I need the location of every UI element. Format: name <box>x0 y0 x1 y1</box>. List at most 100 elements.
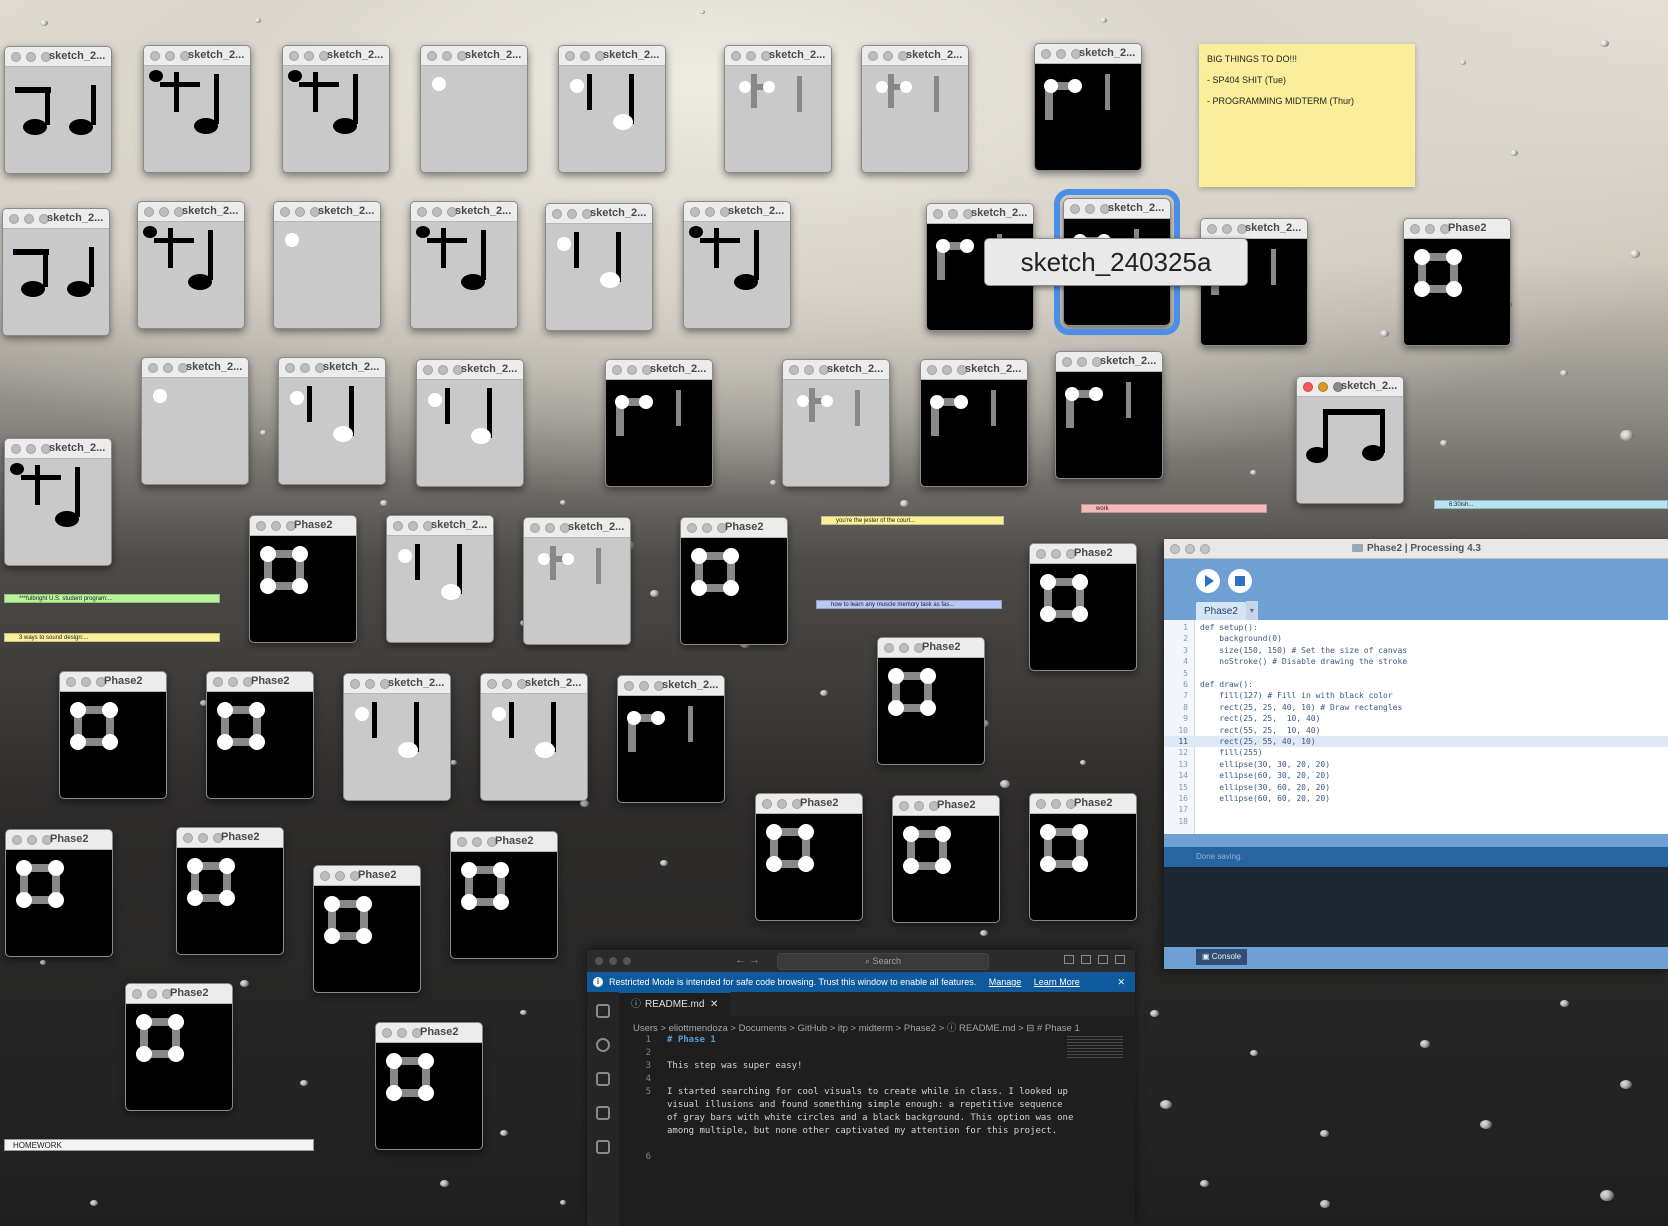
phase2-sketch-window[interactable]: Phase2 <box>1403 218 1511 346</box>
window-titlebar[interactable]: sketch_2... <box>5 439 111 459</box>
window-controls[interactable] <box>690 207 730 217</box>
window-controls[interactable] <box>280 207 320 217</box>
window-controls[interactable] <box>552 209 592 219</box>
editor-line[interactable]: 5 I started searching for cool visuals to… <box>619 1086 1135 1099</box>
window-controls[interactable] <box>487 679 527 689</box>
console-area[interactable] <box>1164 867 1668 949</box>
window-controls[interactable] <box>382 1028 422 1038</box>
window-controls[interactable] <box>350 679 390 689</box>
sketch-window[interactable]: sketch_2... <box>782 359 890 487</box>
tab-readme[interactable]: ⓘ README.md ✕ <box>619 992 731 1017</box>
sketch-window[interactable]: sketch_2... <box>416 359 524 487</box>
sketch-window[interactable]: sketch_2... <box>143 45 251 173</box>
sticky-tag-homework[interactable]: HOMEWORK <box>4 1139 314 1151</box>
ide-titlebar[interactable]: Phase2 | Processing 4.3 <box>1164 539 1668 559</box>
sketch-window[interactable]: sketch_2... <box>617 675 725 803</box>
phase2-sketch-window[interactable]: Phase2 <box>755 793 863 921</box>
editor-line[interactable]: 2 <box>619 1047 1135 1060</box>
code-line[interactable]: 5 <box>1164 668 1668 679</box>
code-line[interactable]: 7 fill(127) # Fill in with black color <box>1164 690 1668 701</box>
manage-link[interactable]: Manage <box>989 977 1022 987</box>
code-editor[interactable]: 1 def setup(): 2 background(0) 3 size(150, … <box>1164 620 1668 834</box>
run-debug-icon[interactable] <box>596 1106 610 1120</box>
window-titlebar[interactable]: Phase2 <box>314 866 420 886</box>
layout-icon[interactable] <box>1081 955 1091 964</box>
window-controls[interactable] <box>393 521 433 531</box>
window-titlebar[interactable]: Phase2 <box>126 984 232 1004</box>
window-titlebar[interactable]: Phase2 <box>60 672 166 692</box>
window-titlebar[interactable]: sketch_2... <box>387 516 493 536</box>
sketch-window[interactable]: sketch_2... <box>2 208 110 336</box>
window-titlebar[interactable]: sketch_2... <box>344 674 450 694</box>
command-search[interactable]: ⌕ Search <box>777 953 989 970</box>
editor-line[interactable]: 4 <box>619 1073 1135 1086</box>
window-controls[interactable] <box>789 365 829 375</box>
search-icon[interactable] <box>596 1038 610 1052</box>
phase2-sketch-window[interactable]: Phase2 <box>313 865 421 993</box>
layout-icon[interactable] <box>1098 955 1108 964</box>
window-controls[interactable] <box>423 365 463 375</box>
window-controls[interactable] <box>144 207 184 217</box>
window-controls[interactable] <box>66 677 106 687</box>
window-titlebar[interactable]: sketch_2... <box>927 204 1033 224</box>
phase2-sketch-window[interactable]: Phase2 <box>5 829 113 957</box>
processing-ide-window[interactable]: Phase2 | Processing 4.3 Phase2 ▾ 1 def set… <box>1164 539 1668 969</box>
code-line[interactable]: 8 rect(25, 25, 40, 10) # Draw rectangles <box>1164 702 1668 713</box>
window-controls[interactable] <box>320 871 360 881</box>
window-titlebar[interactable]: Phase2 <box>250 516 356 536</box>
code-line[interactable]: 6 def draw(): <box>1164 679 1668 690</box>
window-controls[interactable] <box>1036 799 1076 809</box>
window-controls[interactable] <box>256 521 296 531</box>
window-titlebar[interactable]: Phase2 <box>207 672 313 692</box>
code-line[interactable]: 9 rect(25, 25, 10, 40) <box>1164 713 1668 724</box>
window-titlebar[interactable]: sketch_2... <box>142 358 248 378</box>
window-titlebar[interactable]: sketch_2... <box>279 358 385 378</box>
phase2-sketch-window[interactable]: Phase2 <box>877 637 985 765</box>
code-line[interactable]: 15 ellipse(30, 60, 20, 20) <box>1164 782 1668 793</box>
window-controls[interactable] <box>1070 204 1110 214</box>
sketch-window[interactable]: sketch_2... <box>420 45 528 173</box>
sketch-window[interactable]: sketch_2... <box>724 45 832 173</box>
sticky-tag-sound[interactable]: 3 ways to sound design:... <box>4 633 220 642</box>
sticky-tag-muscle[interactable]: how to learn any muscle memory task as f… <box>816 600 1002 609</box>
window-controls[interactable] <box>1036 549 1076 559</box>
sketch-window[interactable]: sketch_2... <box>1055 351 1163 479</box>
sticky-note[interactable]: BIG THINGS TO DO!!! - SP404 SHIT (Tue) -… <box>1199 44 1415 187</box>
stop-button[interactable] <box>1228 569 1252 593</box>
close-icon[interactable]: ✕ <box>710 999 718 1010</box>
window-titlebar[interactable]: sketch_2... <box>1064 199 1170 219</box>
window-titlebar[interactable]: sketch_2... <box>5 47 111 67</box>
sketch-window[interactable]: sketch_2... <box>282 45 390 173</box>
sketch-window[interactable]: sketch_2... <box>480 673 588 801</box>
window-titlebar[interactable]: sketch_2... <box>138 202 244 222</box>
code-line[interactable]: 13 ellipse(30, 30, 20, 20) <box>1164 759 1668 770</box>
sticky-tag-work[interactable]: work <box>1081 504 1267 513</box>
editor-line[interactable]: of gray bars with white circles and a bl… <box>619 1112 1135 1125</box>
window-controls[interactable] <box>1303 382 1343 392</box>
window-titlebar[interactable]: sketch_2... <box>1201 219 1307 239</box>
window-titlebar[interactable]: Phase2 <box>1030 544 1136 564</box>
window-controls[interactable] <box>11 52 51 62</box>
phase2-sketch-window[interactable]: Phase2 <box>249 515 357 643</box>
window-controls[interactable] <box>417 207 457 217</box>
window-titlebar[interactable]: Phase2 <box>376 1023 482 1043</box>
code-line[interactable]: 12 fill(255) <box>1164 747 1668 758</box>
active-sketch-window[interactable]: sketch_2... <box>1296 376 1404 504</box>
window-titlebar[interactable]: sketch_2... <box>524 518 630 538</box>
window-controls[interactable] <box>289 51 329 61</box>
sketch-window[interactable]: sketch_2... <box>137 201 245 329</box>
window-titlebar[interactable]: Phase2 <box>177 828 283 848</box>
code-line[interactable]: 11 rect(25, 55, 40, 10) <box>1164 736 1668 748</box>
window-titlebar[interactable]: Phase2 <box>756 794 862 814</box>
window-titlebar[interactable]: sketch_2... <box>481 674 587 694</box>
phase2-sketch-window[interactable]: Phase2 <box>375 1022 483 1150</box>
run-button[interactable] <box>1196 569 1220 593</box>
phase2-sketch-window[interactable]: Phase2 <box>1029 543 1137 671</box>
sketch-window[interactable]: sketch_2... <box>386 515 494 643</box>
sketch-window[interactable]: sketch_2... <box>1034 43 1142 171</box>
code-line[interactable]: 14 ellipse(60, 30, 20, 20) <box>1164 770 1668 781</box>
window-titlebar[interactable]: sketch_2... <box>274 202 380 222</box>
sketch-window[interactable]: sketch_2... <box>410 201 518 329</box>
window-controls[interactable] <box>132 989 172 999</box>
code-line[interactable]: 16 ellipse(60, 60, 20, 20) <box>1164 793 1668 804</box>
